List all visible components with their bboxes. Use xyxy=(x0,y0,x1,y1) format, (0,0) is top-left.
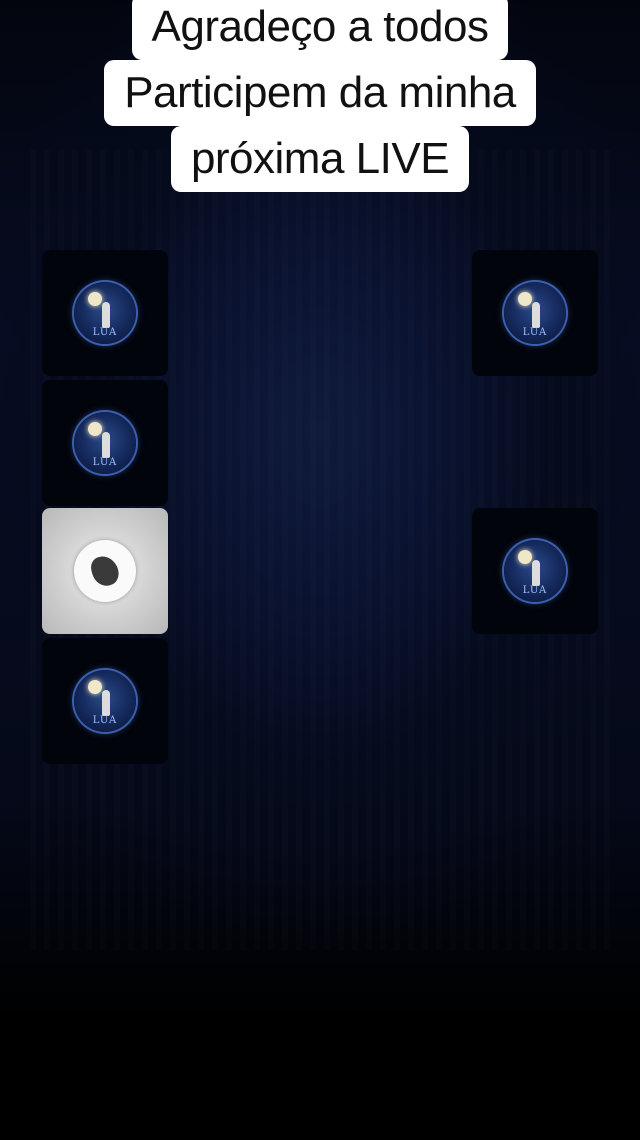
moon-profile-icon: LUA xyxy=(74,282,136,344)
guest-tile-left-1[interactable]: LUA xyxy=(42,250,168,376)
caption-line-2: Participem da minha xyxy=(104,60,536,126)
guest-tile-right-1[interactable]: LUA xyxy=(472,250,598,376)
moon-profile-icon: LUA xyxy=(504,540,566,602)
avatar-logo-text: LUA xyxy=(522,327,548,338)
moon-profile-icon: LUA xyxy=(74,412,136,474)
avatar-logo-text: LUA xyxy=(92,327,118,338)
moon-profile-icon: LUA xyxy=(504,282,566,344)
guest-tile-left-2[interactable]: LUA xyxy=(42,380,168,506)
moon-profile-icon: LUA xyxy=(74,670,136,732)
caption-line-3: próxima LIVE xyxy=(170,126,470,192)
avatar-logo-text: LUA xyxy=(92,457,118,468)
caption-line-1: Agradeço a todos xyxy=(131,0,509,60)
guest-tile-left-3-selected[interactable] xyxy=(42,508,168,634)
caption-overlay: Agradeço a todos Participem da minha pró… xyxy=(0,0,640,192)
avatar-logo-text: LUA xyxy=(92,715,118,726)
guest-tile-right-2[interactable]: LUA xyxy=(472,508,598,634)
avatar-logo-text: LUA xyxy=(522,585,548,596)
guest-tile-left-4[interactable]: LUA xyxy=(42,638,168,764)
butterfly-profile-icon xyxy=(74,540,136,602)
